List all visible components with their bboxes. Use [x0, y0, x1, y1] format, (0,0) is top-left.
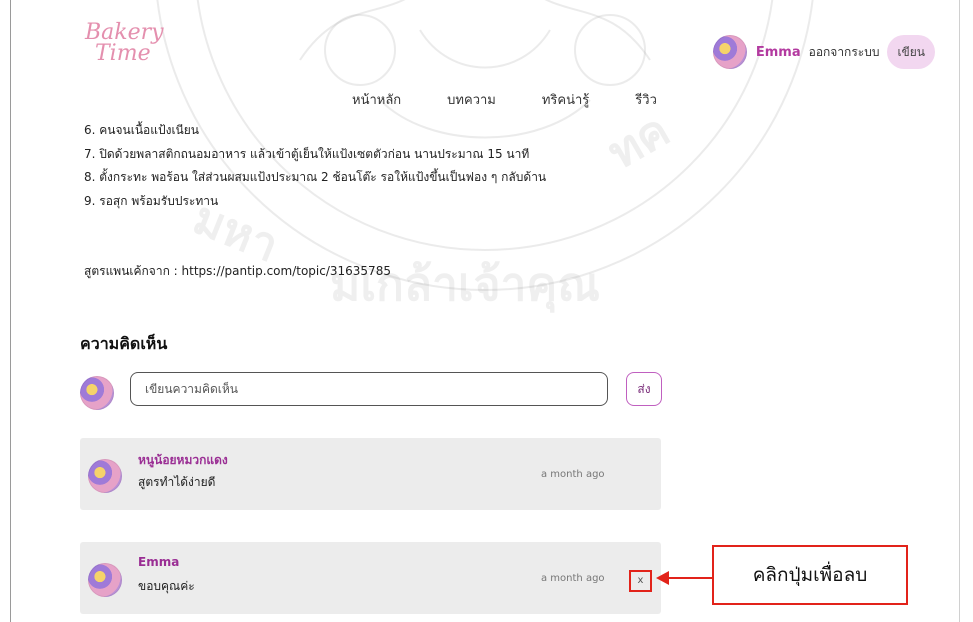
recipe-step: 9. รอสุก พร้อมรับประทาน — [84, 193, 219, 208]
recipe-source: สูตรแพนเค้กจาก : https://pantip.com/topi… — [84, 264, 391, 278]
comment-avatar-icon — [88, 563, 122, 597]
comment-avatar-icon — [88, 459, 122, 493]
nav-tips[interactable]: ทริคน่ารู้ — [542, 89, 589, 110]
nav-reviews[interactable]: รีวิว — [635, 89, 657, 110]
comment-author[interactable]: Emma — [138, 555, 179, 569]
comment-time: a month ago — [541, 469, 605, 480]
write-button[interactable]: เขียน — [887, 35, 935, 69]
comment-author[interactable]: หนูน้อยหมวกแดง — [138, 451, 228, 470]
svg-text:ทค: ทค — [599, 102, 679, 179]
comment-text: สูตรทำได้ง่ายดี — [138, 475, 216, 489]
recipe-steps: 6. คนจนเนื้อแป้งเนียน 7. ปิดด้วยพลาสติกถ… — [84, 119, 546, 213]
user-avatar-icon[interactable] — [712, 35, 747, 69]
delete-comment-button[interactable]: x — [629, 570, 652, 592]
nav-home[interactable]: หน้าหลัก — [352, 89, 401, 110]
recipe-step: 7. ปิดด้วยพลาสติกถนอมอาหาร แล้วเข้าตู้เย… — [84, 146, 530, 161]
page-left-border — [10, 0, 11, 622]
logo-line-2: Time — [95, 41, 151, 66]
commenter-avatar-icon — [80, 376, 114, 410]
main-nav: หน้าหลัก บทความ ทริคน่ารู้ รีวิว — [352, 89, 703, 110]
recipe-step: 8. ตั้งกระทะ พอร้อน ใส่ส่วนผสมแป้งประมาณ… — [84, 170, 547, 184]
recipe-step: 6. คนจนเนื้อแป้งเนียน — [84, 123, 199, 137]
comment-time: a month ago — [541, 573, 605, 584]
logout-link[interactable]: ออกจากระบบ — [809, 43, 880, 62]
page-right-border — [959, 0, 960, 622]
nav-articles[interactable]: บทความ — [447, 89, 496, 110]
left-arrow-icon — [656, 571, 712, 585]
annotation-callout: คลิกปุ่มเพื่อลบ — [712, 545, 908, 605]
logo[interactable]: Bakery Time — [85, 20, 164, 66]
comments-title: ความคิดเห็น — [80, 334, 168, 353]
user-name-link[interactable]: Emma — [756, 45, 801, 60]
comment-input[interactable] — [130, 372, 608, 406]
comment-card: Emma ขอบคุณค่ะ a month ago x — [80, 542, 661, 614]
send-button[interactable]: ส่ง — [626, 372, 662, 406]
comment-card: หนูน้อยหมวกแดง สูตรทำได้ง่ายดี a month a… — [80, 438, 661, 510]
comment-text: ขอบคุณค่ะ — [138, 579, 195, 593]
logo-line-1: Bakery — [85, 20, 164, 45]
annotation-callout-text: คลิกปุ่มเพื่อลบ — [752, 564, 868, 586]
user-area: Emma ออกจากระบบ เขียน — [712, 35, 935, 69]
